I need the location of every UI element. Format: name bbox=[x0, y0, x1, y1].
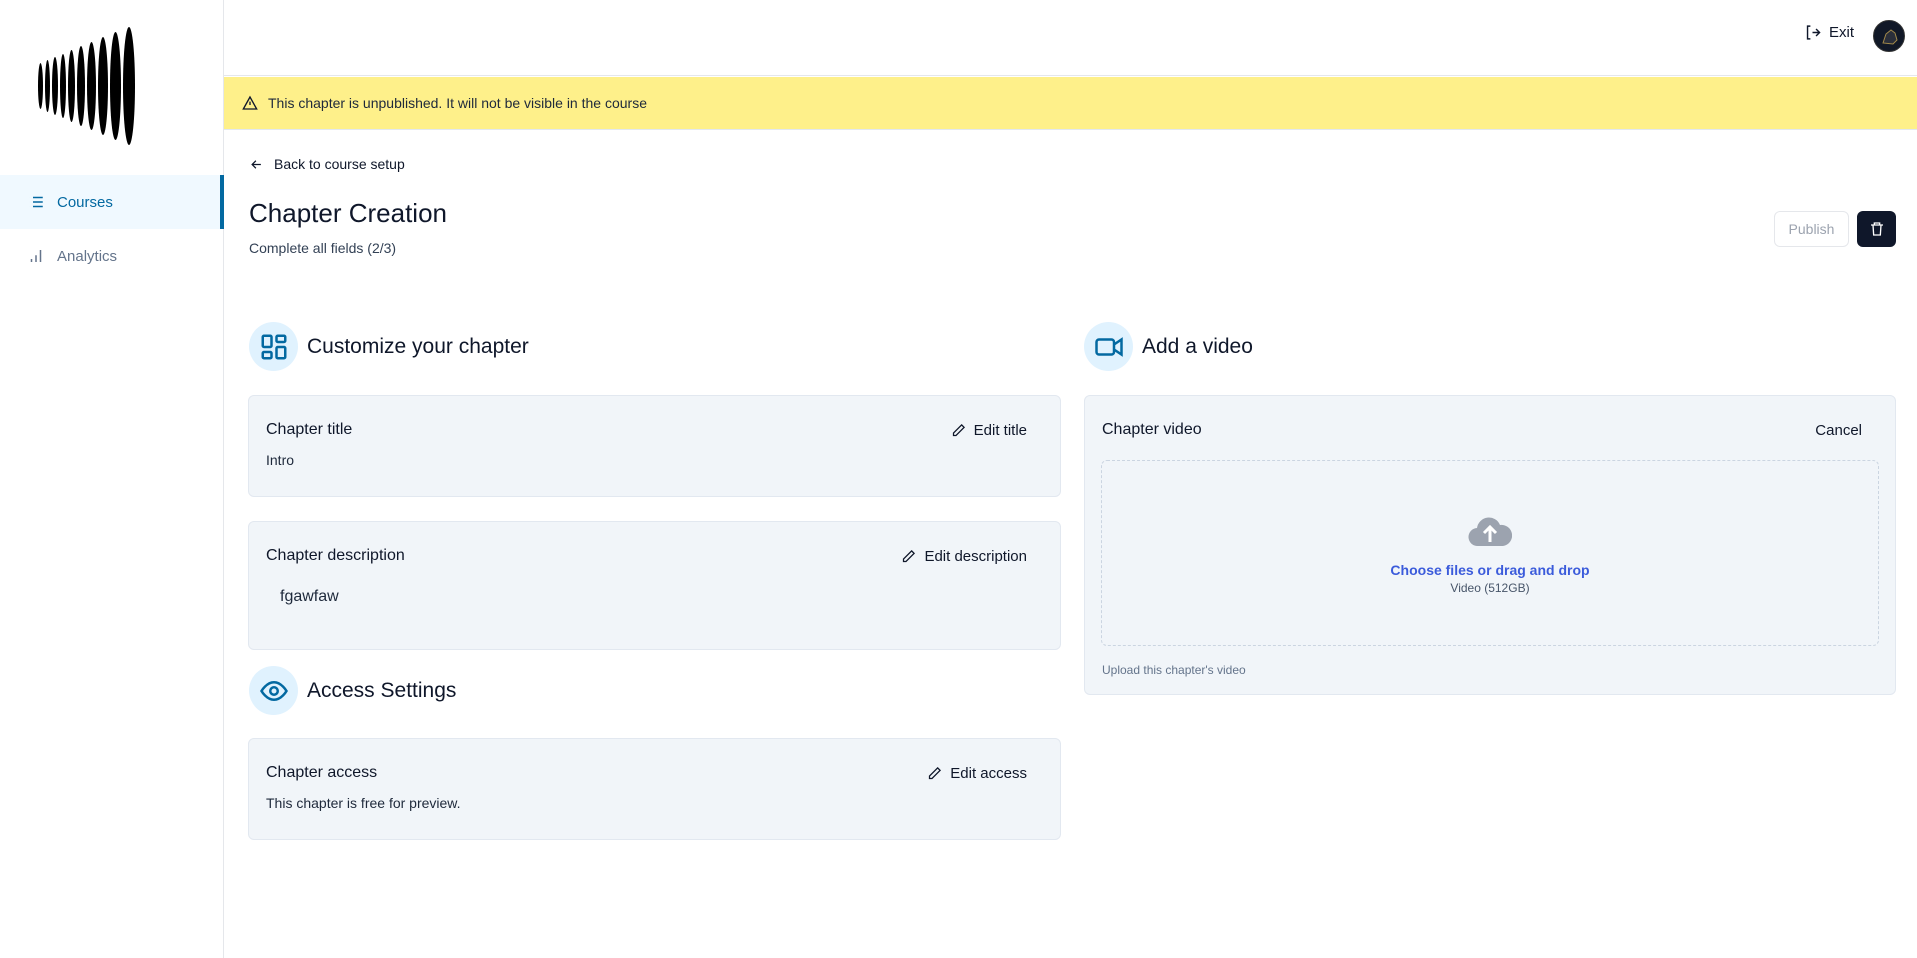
topbar: Exit bbox=[224, 0, 1917, 76]
access-heading: Access Settings bbox=[249, 666, 456, 715]
log-out-icon bbox=[1806, 25, 1821, 40]
sidebar: Courses Analytics bbox=[0, 0, 224, 958]
pencil-icon bbox=[952, 423, 965, 436]
card-label: Chapter title bbox=[266, 421, 353, 438]
edit-label: Edit access bbox=[950, 764, 1027, 782]
chapter-access-value: This chapter is free for preview. bbox=[266, 795, 461, 811]
card-label: Chapter description bbox=[266, 547, 405, 564]
upload-help-text: Upload this chapter's video bbox=[1102, 663, 1246, 677]
edit-access-button[interactable]: Edit access bbox=[927, 765, 1043, 782]
choose-files-link[interactable]: Choose files or drag and drop bbox=[1390, 562, 1589, 578]
edit-title-button[interactable]: Edit title bbox=[951, 422, 1043, 439]
warning-icon bbox=[242, 95, 258, 110]
customize-heading: Customize your chapter bbox=[249, 322, 529, 371]
unpublished-banner: This chapter is unpublished. It will not… bbox=[224, 77, 1917, 130]
heading-text: Access Settings bbox=[307, 678, 457, 702]
edit-label: Edit title bbox=[973, 421, 1027, 439]
chapter-title-value: Intro bbox=[266, 452, 295, 468]
file-hint: Video (512GB) bbox=[1450, 580, 1530, 595]
logo bbox=[38, 24, 142, 148]
eye-icon bbox=[259, 680, 288, 701]
exit-button[interactable]: Exit bbox=[1804, 24, 1854, 41]
publish-button[interactable]: Publish bbox=[1774, 211, 1849, 247]
video-dropzone[interactable]: Choose files or drag and drop Video (512… bbox=[1101, 460, 1879, 646]
card-label: Chapter access bbox=[266, 764, 378, 781]
back-label: Back to course setup bbox=[274, 156, 405, 172]
arrow-left-icon bbox=[251, 159, 261, 169]
chapter-video-card: Chapter video Cancel Choose files or dra… bbox=[1084, 395, 1896, 695]
cancel-button[interactable]: Cancel bbox=[1815, 422, 1878, 439]
trash-icon bbox=[1870, 222, 1883, 236]
pencil-icon bbox=[903, 549, 916, 562]
banner-text: This chapter is unpublished. It will not… bbox=[268, 95, 647, 111]
exit-label: Exit bbox=[1828, 24, 1854, 41]
video-icon bbox=[1094, 336, 1123, 357]
pencil-icon bbox=[929, 766, 942, 779]
back-link[interactable]: Back to course setup bbox=[249, 156, 405, 172]
list-icon bbox=[29, 196, 43, 208]
video-heading: Add a video bbox=[1084, 322, 1253, 371]
completion-text: Complete all fields (2/3) bbox=[249, 240, 397, 256]
chapter-description-value: fgawfaw bbox=[280, 588, 339, 605]
card-label: Chapter video bbox=[1102, 421, 1202, 438]
chapter-access-card: Chapter access Edit access This chapter … bbox=[248, 738, 1061, 840]
delete-button[interactable] bbox=[1857, 211, 1896, 247]
sidebar-item-label: Courses bbox=[57, 193, 113, 211]
chapter-title-card: Chapter title Edit title Intro bbox=[248, 395, 1061, 497]
chapter-description-card: Chapter description Edit description fga… bbox=[248, 521, 1061, 650]
sidebar-item-courses[interactable]: Courses bbox=[0, 175, 224, 229]
cloud-upload-icon bbox=[1468, 517, 1512, 546]
heading-text: Customize your chapter bbox=[307, 334, 529, 358]
sidebar-item-label: Analytics bbox=[57, 247, 118, 265]
heading-text: Add a video bbox=[1142, 334, 1253, 358]
avatar[interactable] bbox=[1873, 20, 1905, 52]
edit-description-button[interactable]: Edit description bbox=[901, 548, 1043, 565]
bar-chart-icon bbox=[30, 250, 42, 262]
edit-label: Edit description bbox=[924, 547, 1027, 565]
layout-dashboard-icon bbox=[261, 334, 286, 359]
page-title: Chapter Creation bbox=[249, 198, 447, 228]
sidebar-item-analytics[interactable]: Analytics bbox=[0, 229, 224, 283]
